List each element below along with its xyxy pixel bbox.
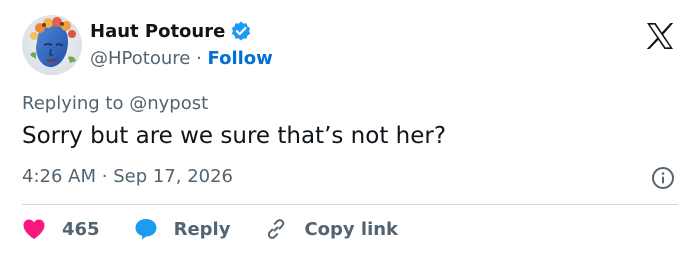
tweet-embed-card: Haut Potoure @HPotoure · Follow Replying… xyxy=(0,0,700,256)
avatar-image xyxy=(22,15,82,75)
timestamp-separator: · xyxy=(101,166,108,187)
handle-separator: · xyxy=(196,48,202,69)
author-handle-line: @HPotoure · Follow xyxy=(90,48,273,69)
speech-bubble-icon xyxy=(135,219,157,240)
copy-link-button[interactable]: Copy link xyxy=(264,217,398,241)
replying-to-prefix: Replying to xyxy=(22,93,124,114)
tweet-date[interactable]: Sep 17, 2026 xyxy=(113,166,233,187)
copy-link-label: Copy link xyxy=(304,218,399,240)
divider xyxy=(22,204,678,205)
reply-label: Reply xyxy=(173,218,231,240)
avatar[interactable] xyxy=(22,15,82,75)
author-display-name-row[interactable]: Haut Potoure xyxy=(90,20,252,42)
like-button[interactable]: 465 xyxy=(22,218,100,240)
tweet-actions-bar: 465 Reply Copy link xyxy=(22,214,432,244)
tweet-time[interactable]: 4:26 AM xyxy=(22,166,96,187)
tweet-timestamp[interactable]: 4:26 AM · Sep 17, 2026 xyxy=(22,166,233,187)
author-handle[interactable]: @HPotoure xyxy=(90,48,190,69)
like-count: 465 xyxy=(62,218,100,240)
link-icon xyxy=(268,219,285,239)
replying-to-line: Replying to @nypost xyxy=(22,93,208,114)
tweet-text: Sorry but are we sure that’s not her? xyxy=(22,123,447,149)
info-icon[interactable] xyxy=(651,166,675,190)
reply-button[interactable]: Reply xyxy=(134,217,231,241)
verified-badge-icon xyxy=(230,20,252,42)
author-display-name[interactable]: Haut Potoure xyxy=(90,21,225,42)
heart-icon xyxy=(23,219,45,239)
follow-link[interactable]: Follow xyxy=(208,48,273,69)
replying-to-handle[interactable]: @nypost xyxy=(129,93,208,114)
x-logo-icon[interactable] xyxy=(644,20,676,52)
